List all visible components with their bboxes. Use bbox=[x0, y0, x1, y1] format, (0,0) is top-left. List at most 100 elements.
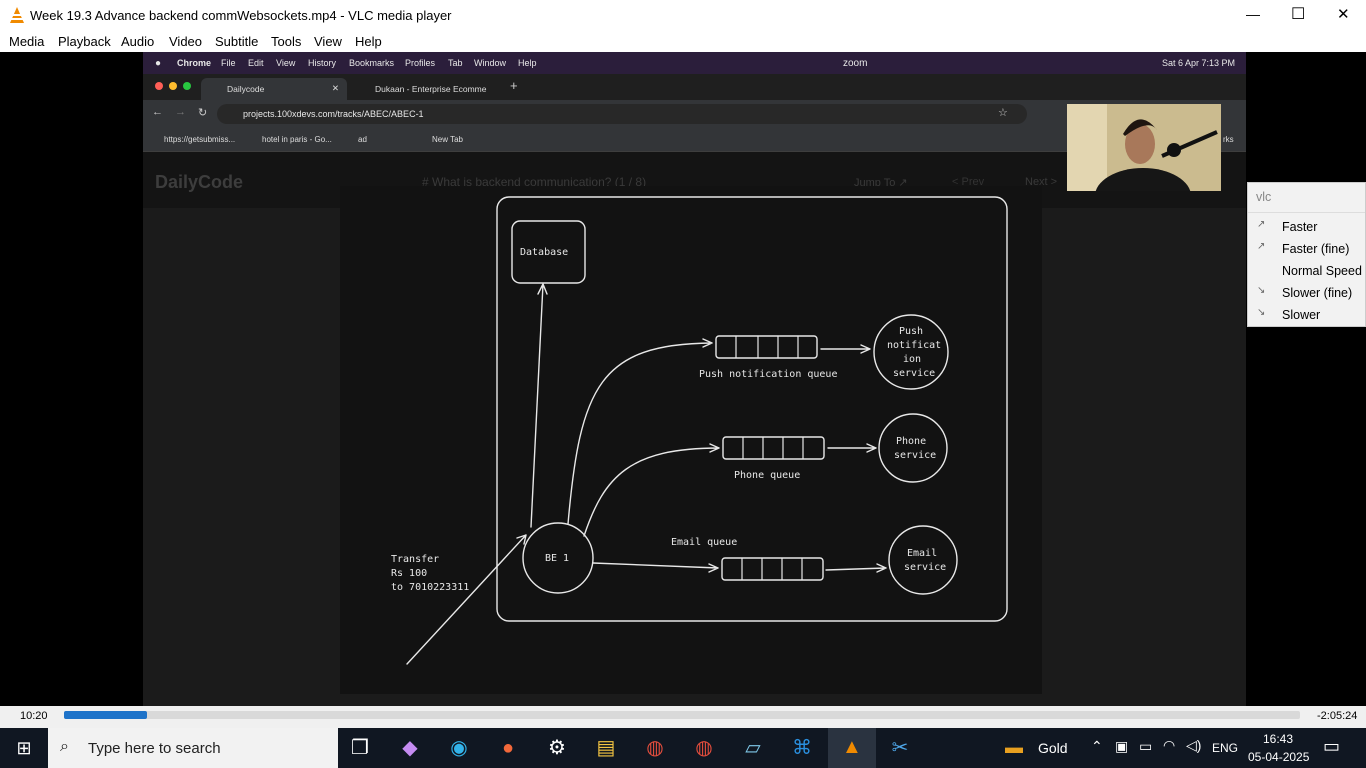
menu-view[interactable]: View bbox=[314, 34, 342, 49]
tab-dukaan: Dukaan - Enterprise Ecomme bbox=[349, 78, 497, 100]
mac-menu-edit: Edit bbox=[248, 58, 264, 68]
minimize-button[interactable]: — bbox=[1246, 6, 1260, 22]
label-database: Database bbox=[520, 247, 568, 258]
mac-app-name: Chrome bbox=[177, 58, 212, 68]
speed-normal[interactable]: Normal Speed bbox=[1282, 264, 1362, 278]
menu-video[interactable]: Video bbox=[169, 34, 202, 49]
chrome-profile-icon[interactable]: ◍ bbox=[682, 728, 726, 768]
speed-faster-fine[interactable]: Faster (fine) bbox=[1282, 242, 1349, 256]
web-page: DailyCode # What is backend communicatio… bbox=[143, 152, 1246, 706]
minimize-dot-icon bbox=[169, 82, 177, 90]
bookmark-item: ad bbox=[358, 135, 367, 144]
snipping-icon[interactable]: ✂ bbox=[878, 728, 922, 768]
label-email-service: Email bbox=[907, 548, 937, 559]
label-transfer: Transfer bbox=[391, 554, 439, 565]
label-phone-service: service bbox=[894, 450, 936, 461]
settings-gear-icon[interactable]: ⚙ bbox=[535, 728, 579, 768]
slower-icon: ↘ bbox=[1257, 307, 1266, 318]
menu-help[interactable]: Help bbox=[355, 34, 382, 49]
label-transfer: Rs 100 bbox=[391, 568, 427, 579]
label-email-service: service bbox=[904, 562, 946, 573]
task-view-icon[interactable]: ❐ bbox=[338, 728, 382, 768]
close-button[interactable]: ✕ bbox=[1337, 5, 1350, 23]
email-queue bbox=[721, 557, 824, 581]
be-to-phone-arrow bbox=[583, 443, 720, 537]
site-logo: DailyCode bbox=[155, 172, 244, 192]
mac-menu-file: File bbox=[221, 58, 236, 68]
remaining-time: -2:05:24 bbox=[1317, 710, 1358, 722]
windows-start-icon[interactable]: ⊞ bbox=[2, 728, 46, 768]
brave-icon[interactable]: ● bbox=[486, 728, 530, 768]
label-push-service: service bbox=[893, 368, 935, 379]
file-explorer-icon[interactable]: ▤ bbox=[584, 728, 628, 768]
battery-icon[interactable]: ▭ bbox=[1139, 738, 1152, 755]
reload-icon: ↻ bbox=[198, 107, 208, 119]
menu-audio[interactable]: Audio bbox=[121, 34, 154, 49]
video-area[interactable]: ● Chrome File Edit View History Bookmark… bbox=[0, 52, 1366, 706]
playback-speed-menu: vlc ↗ Faster ↗ Faster (fine) Normal Spee… bbox=[1247, 182, 1366, 327]
tab-close-icon: ✕ bbox=[331, 83, 339, 93]
seek-bar[interactable] bbox=[64, 711, 1300, 719]
mac-menu-help: Help bbox=[518, 58, 537, 68]
menu-media[interactable]: Media bbox=[9, 34, 44, 49]
phone-queue bbox=[722, 436, 825, 460]
menu-tools[interactable]: Tools bbox=[271, 34, 301, 49]
presenter-image bbox=[1067, 104, 1221, 191]
notification-icon[interactable]: ▭ bbox=[1323, 736, 1340, 757]
vlc-taskbar-item[interactable]: ▲ bbox=[828, 728, 876, 768]
email-out-arrow bbox=[825, 563, 887, 573]
window-title: Week 19.3 Advance backend commWebsockets… bbox=[30, 8, 452, 23]
speed-slower[interactable]: Slower bbox=[1282, 308, 1320, 322]
language-indicator[interactable]: ENG bbox=[1212, 741, 1238, 755]
gold-widget[interactable]: Gold bbox=[1038, 740, 1068, 756]
chevron-up-icon[interactable]: ⌃ bbox=[1091, 738, 1103, 755]
bookmark-item: https://getsubmiss... bbox=[164, 135, 236, 144]
forward-icon: → bbox=[175, 106, 186, 118]
zoom-dot-icon bbox=[183, 82, 191, 90]
playback-controls: 10:20 -2:05:24 bbox=[0, 706, 1366, 728]
wifi-icon[interactable]: ◠ bbox=[1163, 737, 1175, 754]
browser-tabs: Dailycode ✕ Dukaan - Enterprise Ecomme + bbox=[143, 74, 1246, 100]
vlc-cone-icon bbox=[10, 7, 24, 23]
label-be: BE 1 bbox=[545, 553, 569, 564]
edge-icon[interactable]: ◉ bbox=[437, 728, 481, 768]
volume-icon[interactable]: ◁) bbox=[1186, 737, 1201, 754]
architecture-diagram: Database BE 1 Push notification queue Ph… bbox=[340, 186, 1042, 694]
slower-fine-icon: ↘ bbox=[1257, 285, 1266, 296]
seek-progress bbox=[64, 711, 147, 719]
label-email-queue: Email queue bbox=[671, 537, 737, 548]
gold-icon: ▬ bbox=[1005, 737, 1023, 757]
zoom-status: zoom bbox=[843, 58, 868, 69]
speed-faster[interactable]: Faster bbox=[1282, 220, 1317, 234]
menu-subtitle[interactable]: Subtitle bbox=[215, 34, 258, 49]
elapsed-time: 10:20 bbox=[20, 710, 48, 722]
mac-menu-tab: Tab bbox=[448, 58, 463, 68]
vscode-icon[interactable]: ⌘ bbox=[780, 728, 824, 768]
menu-divider bbox=[1248, 212, 1365, 213]
faster-fine-icon: ↗ bbox=[1257, 241, 1266, 252]
menu-playback[interactable]: Playback bbox=[58, 34, 111, 49]
search-placeholder: Type here to search bbox=[88, 740, 221, 757]
notes-icon[interactable]: ▱ bbox=[731, 728, 775, 768]
mac-menu-view: View bbox=[276, 58, 296, 68]
mac-menu-bookmarks: Bookmarks bbox=[349, 58, 395, 68]
mac-clock: Sat 6 Apr 7:13 PM bbox=[1162, 58, 1236, 68]
copilot-icon[interactable]: ◆ bbox=[388, 728, 432, 768]
speed-slower-fine[interactable]: Slower (fine) bbox=[1282, 286, 1352, 300]
network-icon[interactable]: ▣ bbox=[1115, 738, 1128, 755]
label-phone-queue: Phone queue bbox=[734, 470, 800, 481]
chrome-icon[interactable]: ◍ bbox=[633, 728, 677, 768]
tab-label: Dailycode bbox=[227, 84, 265, 94]
maximize-button[interactable]: ☐ bbox=[1291, 4, 1305, 24]
tab-dailycode: Dailycode ✕ bbox=[201, 78, 347, 100]
star-icon: ☆ bbox=[998, 107, 1008, 119]
speed-search-text: vlc bbox=[1256, 190, 1272, 204]
label-transfer: to 7010223311 bbox=[391, 582, 469, 593]
clock-date[interactable]: 05-04-2025 bbox=[1248, 750, 1309, 764]
taskbar-search[interactable]: ⌕ Type here to search bbox=[48, 728, 338, 768]
vlc-icon: ▲ bbox=[842, 736, 862, 758]
clock-time[interactable]: 16:43 bbox=[1263, 732, 1293, 746]
title-bar: Week 19.3 Advance backend commWebsockets… bbox=[0, 0, 1366, 31]
search-icon: ⌕ bbox=[60, 738, 69, 755]
phone-service-node bbox=[878, 413, 948, 483]
